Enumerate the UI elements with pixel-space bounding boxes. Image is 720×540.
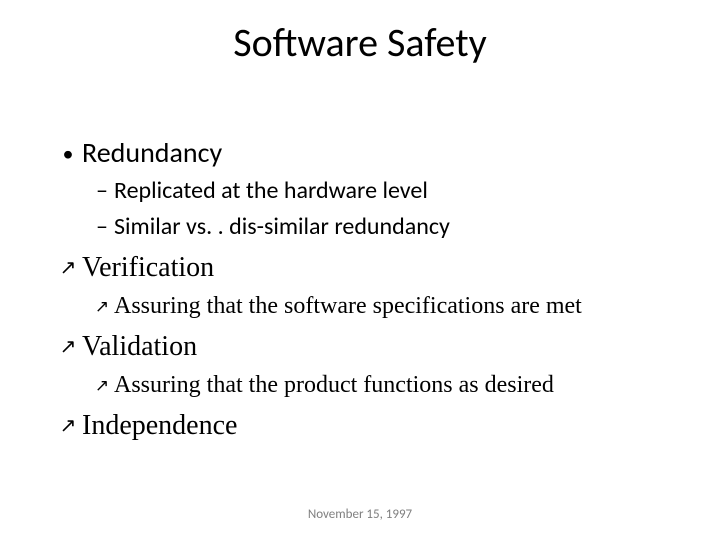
- bullet-dash-icon: –: [90, 212, 114, 242]
- bullet-dash-icon: –: [90, 176, 114, 206]
- list-item: – Replicated at the hardware level: [90, 176, 680, 206]
- slide-footer-date: November 15, 1997: [0, 507, 720, 522]
- arrow-up-right-icon: [54, 250, 82, 281]
- list-item: Independence: [54, 408, 680, 443]
- item-text: Assuring that the product functions as d…: [114, 370, 680, 400]
- item-text: Independence: [82, 408, 680, 443]
- item-text: Redundancy: [82, 135, 680, 170]
- list-item: Validation: [54, 329, 680, 364]
- arrow-up-right-icon: [54, 329, 82, 360]
- arrow-up-right-icon: [54, 408, 82, 439]
- item-text: Similar vs. . dis-similar redundancy: [114, 212, 680, 242]
- list-item: Assuring that the software specification…: [90, 291, 680, 321]
- arrow-up-right-icon: [90, 370, 114, 396]
- bullet-dot-icon: •: [54, 135, 82, 168]
- list-item: Verification: [54, 250, 680, 285]
- list-item: – Similar vs. . dis-similar redundancy: [90, 212, 680, 242]
- item-text: Verification: [82, 250, 680, 285]
- item-text: Assuring that the software specification…: [114, 291, 680, 321]
- arrow-up-right-icon: [90, 291, 114, 317]
- slide-body: • Redundancy – Replicated at the hardwar…: [54, 135, 680, 443]
- list-item: • Redundancy: [54, 135, 680, 170]
- list-item: Assuring that the product functions as d…: [90, 370, 680, 400]
- item-text: Validation: [82, 329, 680, 364]
- slide-title: Software Safety: [0, 18, 720, 67]
- slide: Software Safety • Redundancy – Replicate…: [0, 0, 720, 540]
- item-text: Replicated at the hardware level: [114, 176, 680, 206]
